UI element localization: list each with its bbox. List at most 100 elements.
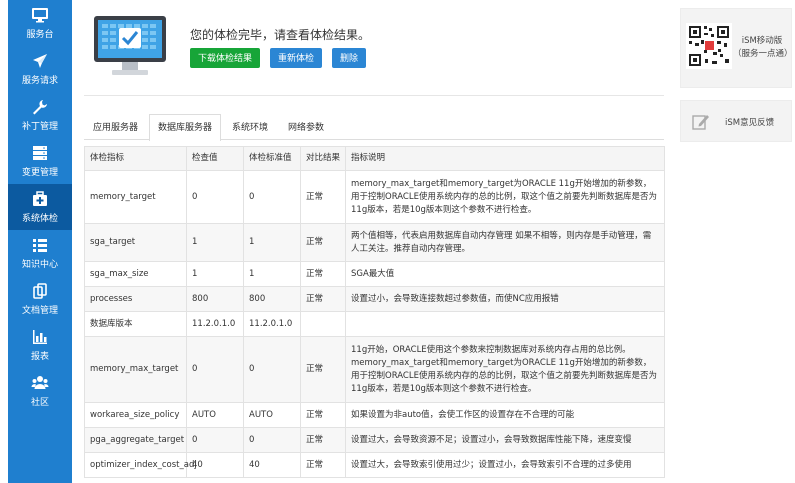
- tab-system-env[interactable]: 系统环境: [223, 114, 277, 139]
- nav-item-service-desk[interactable]: 服务台: [8, 0, 72, 46]
- metric-description: memory_max_target和memory_target为ORACLE 1…: [345, 170, 665, 224]
- document-link-icon: [31, 282, 49, 300]
- mobile-app-title: iSM移动版: [741, 36, 783, 46]
- metric-name: optimizer_index_cost_adj: [84, 452, 197, 478]
- standard-value: 1: [243, 223, 301, 262]
- recheck-button[interactable]: 重新体检: [270, 48, 323, 68]
- compare-result: 正常: [300, 402, 346, 428]
- monitor-icon: [31, 6, 49, 24]
- metric-name: memory_target: [84, 170, 187, 224]
- compare-result: 正常: [300, 170, 346, 224]
- nav-item-label: 变更管理: [21, 168, 58, 178]
- table-row: 数据库版本 11.2.0.1.0 11.2.0.1.0: [84, 311, 665, 337]
- table-row: sga_target 1 1 正常 两个值相等，代表启用数据库自动内存管理 如果…: [84, 223, 665, 262]
- mobile-app-card[interactable]: iSM移动版 （服务一点通）: [680, 8, 793, 88]
- metric-description: 如果设置为非auto值，会使工作区的设置存在不合理的可能: [345, 402, 665, 428]
- standard-value: 0: [243, 427, 301, 453]
- nav-item-label: 社区: [30, 398, 49, 408]
- column-header: 体检标准值: [243, 146, 301, 171]
- metric-name: processes: [84, 286, 187, 312]
- nav-item-label: 文档管理: [21, 306, 58, 316]
- tab-db-server[interactable]: 数据库服务器: [149, 114, 222, 141]
- table-row: pga_aggregate_target 0 0 正常 设置过大，会导致资源不足…: [84, 427, 665, 453]
- nav-item-reports[interactable]: 报表: [8, 322, 72, 368]
- nav-item-community[interactable]: 社区: [8, 368, 72, 414]
- table-row: sga_max_size 1 1 正常 SGA最大值: [84, 261, 665, 287]
- metric-name: pga_aggregate_target: [84, 427, 187, 453]
- metric-name: 数据库版本: [84, 311, 187, 337]
- compare-result: 正常: [300, 223, 346, 262]
- check-value: AUTO: [186, 402, 244, 428]
- metric-description: 设置过小，会导致连接数超过参数值，而使NC应用报错: [345, 286, 665, 312]
- metric-name: workarea_size_policy: [84, 402, 187, 428]
- table-row: processes 800 800 正常 设置过小，会导致连接数超过参数值，而使…: [84, 286, 665, 312]
- metric-description: 设置过大，会导致资源不足；设置过小，会导致数据库性能下降，速度变慢: [345, 427, 665, 453]
- table-header-row: 体检指标 检查值 体检标准值 对比结果 指标说明: [84, 146, 665, 171]
- metric-name: sga_target: [84, 223, 187, 262]
- paper-plane-icon: [31, 52, 49, 70]
- metric-description: [345, 311, 665, 337]
- check-result-header: 您的体检完毕，请查看体检结果。 下载体检结果 重新体检 删除: [84, 0, 664, 96]
- check-results-table: 体检指标 检查值 体检标准值 对比结果 指标说明 memory_target 0…: [84, 146, 665, 478]
- server-stack-icon: [31, 144, 49, 162]
- column-header: 指标说明: [345, 146, 665, 171]
- column-header: 体检指标: [84, 146, 187, 171]
- qr-code-icon: [686, 19, 732, 75]
- users-icon: [31, 374, 49, 392]
- column-header: 对比结果: [300, 146, 346, 171]
- tab-app-server[interactable]: 应用服务器: [84, 114, 147, 139]
- metric-name: sga_max_size: [84, 261, 187, 287]
- compare-result: 正常: [300, 427, 346, 453]
- right-panel: iSM移动版 （服务一点通） iSM意见反馈: [680, 0, 795, 483]
- nav-item-service-request[interactable]: 服务请求: [8, 46, 72, 92]
- medical-kit-icon: [31, 190, 49, 208]
- tab-network-params[interactable]: 网络参数: [279, 114, 333, 139]
- standard-value: AUTO: [243, 402, 301, 428]
- metric-description: SGA最大值: [345, 261, 665, 287]
- mobile-app-caption: iSM移动版 （服务一点通）: [733, 35, 793, 61]
- nav-item-label: 补丁管理: [21, 122, 58, 132]
- standard-value: 0: [243, 336, 301, 403]
- check-value: 11.2.0.1.0: [186, 311, 244, 337]
- nav-item-label: 服务请求: [21, 76, 58, 86]
- table-row: memory_max_target 0 0 正常 11g开始，ORACLE使用这…: [84, 336, 665, 403]
- nav-item-label: 知识中心: [21, 260, 58, 270]
- list-icon: [31, 236, 49, 254]
- check-complete-illustration: [92, 14, 168, 80]
- left-nav: 服务台 服务请求 补丁管理 变更管理 系统体检 知识中心 文档管理 报表 社区: [8, 0, 72, 483]
- nav-item-label: 报表: [30, 352, 49, 362]
- standard-value: 0: [243, 170, 301, 224]
- check-value: 800: [186, 286, 244, 312]
- metric-description: 设置过大，会导致索引使用过少；设置过小，会导致索引不合理的过多使用: [345, 452, 665, 478]
- nav-item-change-management[interactable]: 变更管理: [8, 138, 72, 184]
- check-value: 40: [186, 452, 244, 478]
- metric-description: 两个值相等，代表启用数据库自动内存管理 如果不相等，则内存是手动管理，需人工关注…: [345, 223, 665, 262]
- feedback-button[interactable]: iSM意见反馈: [680, 100, 792, 142]
- check-complete-message: 您的体检完毕，请查看体检结果。: [190, 28, 371, 42]
- metric-description: 11g开始，ORACLE使用这个参数来控制数据库对系统内存占用的总比例。memo…: [345, 336, 665, 403]
- nav-item-label: 服务台: [26, 30, 54, 40]
- table-row: optimizer_index_cost_adj 40 40 正常 设置过大，会…: [84, 452, 665, 478]
- bar-chart-icon: [31, 328, 49, 346]
- nav-item-system-check[interactable]: 系统体检: [8, 184, 72, 230]
- compare-result: 正常: [300, 261, 346, 287]
- check-value: 1: [186, 261, 244, 287]
- feedback-label: iSM意见反馈: [725, 118, 775, 128]
- main-content: 您的体检完毕，请查看体检结果。 下载体检结果 重新体检 删除 应用服务器 数据库…: [84, 0, 665, 483]
- mobile-app-subtitle: （服务一点通）: [733, 49, 793, 59]
- table-row: memory_target 0 0 正常 memory_max_target和m…: [84, 170, 665, 224]
- check-category-tabs: 应用服务器 数据库服务器 系统环境 网络参数: [84, 114, 664, 141]
- compare-result: 正常: [300, 452, 346, 478]
- wrench-icon: [31, 98, 49, 116]
- nav-item-patch-management[interactable]: 补丁管理: [8, 92, 72, 138]
- nav-item-document-management[interactable]: 文档管理: [8, 276, 72, 322]
- action-buttons: 下载体检结果 重新体检 删除: [190, 48, 367, 68]
- metric-name: memory_max_target: [84, 336, 187, 403]
- check-value: 0: [186, 427, 244, 453]
- nav-item-label: 系统体检: [21, 214, 58, 224]
- delete-button[interactable]: 删除: [332, 48, 367, 68]
- nav-item-knowledge-center[interactable]: 知识中心: [8, 230, 72, 276]
- download-results-button[interactable]: 下载体检结果: [190, 48, 261, 68]
- compare-result: [300, 311, 346, 337]
- compare-result: 正常: [300, 336, 346, 403]
